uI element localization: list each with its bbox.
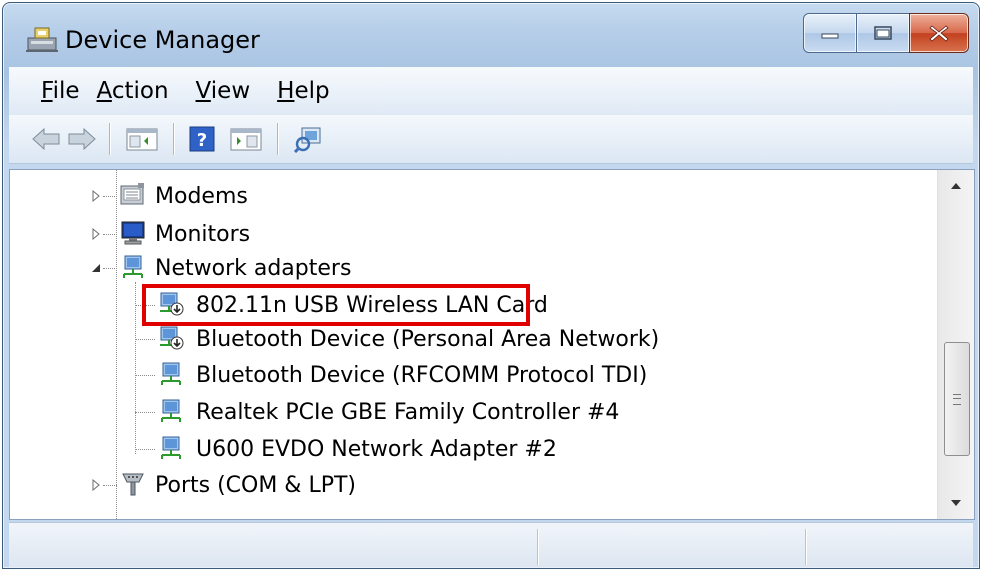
status-bar-separator bbox=[537, 529, 538, 565]
tree-connector bbox=[135, 412, 155, 413]
tree-item-label: Monitors bbox=[155, 221, 251, 247]
show-hide-console-tree-icon[interactable] bbox=[125, 125, 159, 153]
close-icon bbox=[929, 25, 949, 42]
menu-file-accel: F bbox=[41, 78, 53, 104]
collapse-arrow-icon[interactable] bbox=[90, 262, 102, 274]
scan-hardware-changes-icon[interactable] bbox=[293, 125, 323, 153]
scroll-thumb[interactable] bbox=[944, 342, 970, 456]
caption-buttons bbox=[803, 13, 969, 53]
tree-item-label: Realtek PCIe GBE Family Controller #4 bbox=[196, 399, 620, 425]
toolbar-separator bbox=[109, 123, 110, 155]
highlight-box bbox=[142, 284, 530, 326]
status-bar bbox=[9, 522, 973, 567]
toolbar: ? bbox=[9, 115, 973, 164]
expand-arrow-icon[interactable] bbox=[90, 228, 102, 240]
maximize-icon bbox=[874, 26, 892, 40]
back-arrow-icon[interactable] bbox=[31, 125, 61, 153]
tree-item-label: Modems bbox=[155, 183, 248, 209]
tree-item-label: Network adapters bbox=[155, 255, 352, 281]
monitor-icon bbox=[121, 221, 145, 245]
device-manager-icon bbox=[26, 27, 58, 52]
toolbar-separator bbox=[173, 123, 174, 155]
tree-item-label: U600 EVDO Network Adapter #2 bbox=[196, 436, 557, 462]
forward-arrow-icon[interactable] bbox=[67, 125, 97, 153]
menu-bar: File Action View Help bbox=[9, 67, 973, 115]
scroll-up-arrow-icon bbox=[951, 183, 961, 189]
svg-text:?: ? bbox=[197, 130, 207, 151]
tree-connector bbox=[135, 375, 155, 376]
menu-help[interactable]: Help bbox=[277, 78, 346, 104]
tree-item-label: Bluetooth Device (Personal Area Network) bbox=[196, 326, 660, 352]
menu-view[interactable]: View bbox=[196, 78, 278, 104]
tree-connector bbox=[135, 449, 155, 450]
menu-view-accel: V bbox=[195, 78, 211, 104]
tree-connector bbox=[103, 268, 117, 269]
vertical-scrollbar[interactable] bbox=[937, 170, 974, 519]
tree-item-label: Bluetooth Device (RFCOMM Protocol TDI) bbox=[196, 362, 648, 388]
maximize-button[interactable] bbox=[857, 13, 909, 53]
network-adapter-icon bbox=[161, 436, 181, 459]
tree-connector bbox=[103, 196, 117, 197]
device-tree: Modems Monitors Network adapters 802.11n… bbox=[10, 170, 936, 519]
network-adapter-icon bbox=[161, 399, 181, 422]
device-manager-window: Device Manager File Action View Help ? M… bbox=[2, 2, 980, 569]
title-bar[interactable]: Device Manager bbox=[3, 3, 979, 61]
tree-item-label: Ports (COM & LPT) bbox=[155, 472, 356, 498]
menu-action-accel: A bbox=[96, 78, 112, 104]
menu-file[interactable]: File bbox=[9, 78, 97, 104]
tree-connector bbox=[116, 170, 117, 519]
help-icon[interactable]: ? bbox=[187, 125, 217, 153]
menu-help-rest: elp bbox=[294, 78, 330, 104]
menu-view-rest: iew bbox=[210, 78, 251, 104]
show-hide-action-pane-icon[interactable] bbox=[229, 125, 263, 153]
network-adapter-disabled-icon bbox=[160, 326, 184, 350]
tree-connector bbox=[135, 339, 155, 340]
tree-connector bbox=[135, 282, 136, 454]
scroll-grip-icon bbox=[953, 393, 961, 405]
scroll-down-button[interactable] bbox=[938, 487, 974, 519]
menu-help-accel: H bbox=[277, 78, 295, 104]
expand-arrow-icon[interactable] bbox=[90, 479, 102, 491]
scroll-up-button[interactable] bbox=[938, 170, 974, 202]
expand-arrow-icon[interactable] bbox=[90, 190, 102, 202]
menu-file-rest: ile bbox=[52, 78, 80, 104]
minimize-button[interactable] bbox=[803, 13, 857, 53]
menu-action[interactable]: Action bbox=[97, 78, 196, 104]
tree-connector bbox=[103, 234, 117, 235]
scroll-down-arrow-icon bbox=[951, 500, 961, 506]
toolbar-separator bbox=[277, 123, 278, 155]
close-button[interactable] bbox=[909, 13, 969, 53]
device-tree-pane: Modems Monitors Network adapters 802.11n… bbox=[9, 169, 975, 520]
window-title: Device Manager bbox=[65, 26, 260, 54]
network-adapter-icon bbox=[161, 362, 181, 385]
minimize-icon bbox=[821, 33, 839, 39]
tree-connector bbox=[103, 485, 117, 486]
status-bar-separator bbox=[805, 529, 806, 565]
modem-icon bbox=[120, 183, 144, 205]
network-adapter-icon bbox=[123, 255, 143, 278]
menu-action-rest: ction bbox=[111, 78, 169, 104]
port-icon bbox=[122, 473, 144, 496]
